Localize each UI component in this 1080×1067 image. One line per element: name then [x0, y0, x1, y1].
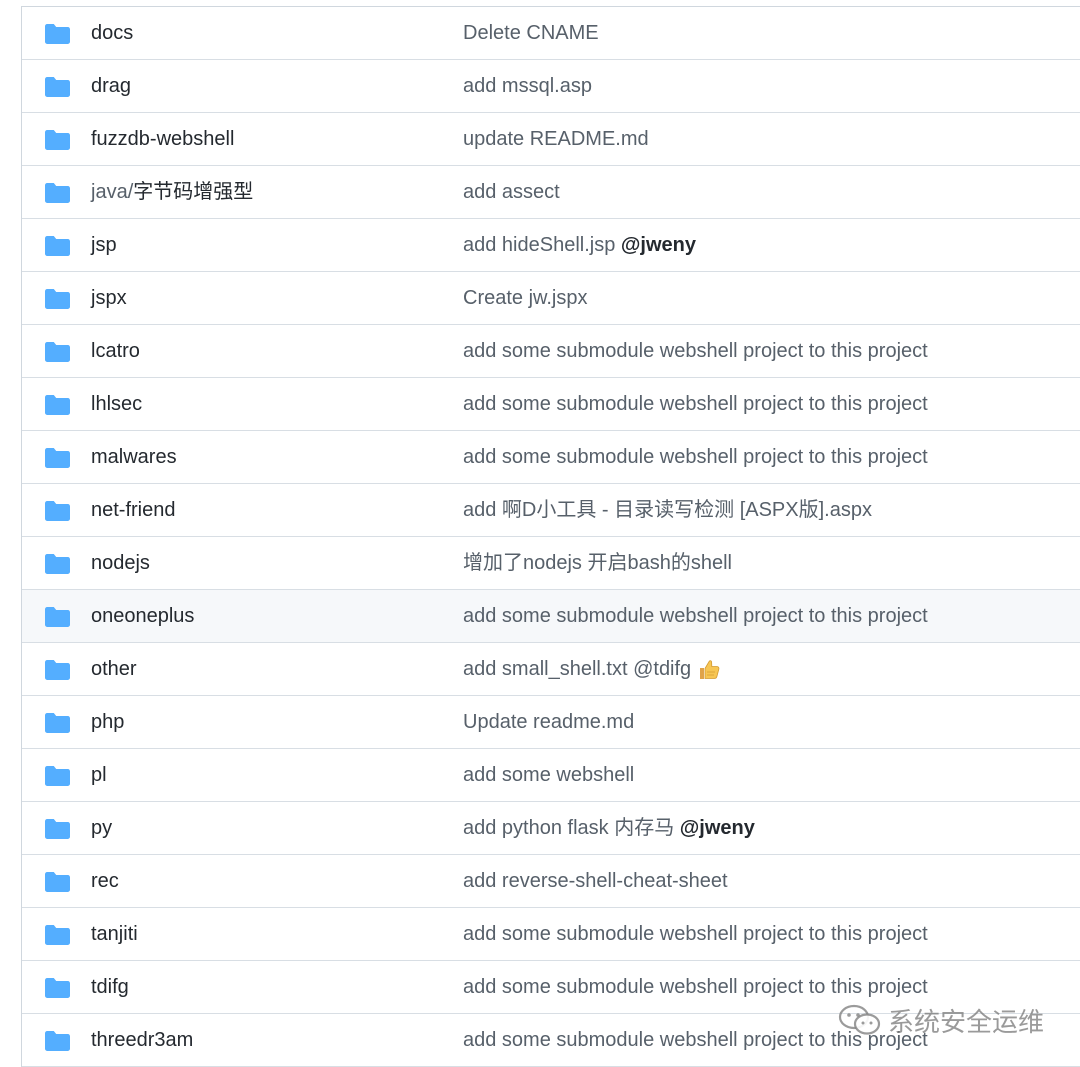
folder-icon [45, 130, 70, 150]
file-row-nodejs[interactable]: nodejs 增加了nodejs 开启bash的shell [22, 537, 1080, 590]
folder-icon [45, 24, 70, 44]
folder-name-link[interactable]: rec [91, 855, 119, 907]
file-row-net-friend[interactable]: net-friend add 啊D小工具 - 目录读写检测 [ASPX版].as… [22, 484, 1080, 537]
folder-path-prefix: java/ [91, 181, 134, 203]
folder-name-link[interactable]: docs [91, 7, 133, 59]
folder-name-text: 字节码增强型 [133, 181, 254, 203]
file-row-php[interactable]: php Update readme.md [22, 696, 1080, 749]
user-mention-link[interactable]: @jweny [680, 817, 755, 839]
commit-message-link[interactable]: add small_shell.txt @tdifg [463, 643, 721, 695]
file-list: docs Delete CNAME drag add mssql.asp fuz… [21, 6, 1080, 1067]
file-row-threedr3am[interactable]: threedr3am add some submodule webshell p… [22, 1014, 1080, 1067]
folder-icon [45, 448, 70, 468]
commit-message-text: add python flask 内存马 [463, 817, 680, 839]
folder-name-link[interactable]: java/字节码增强型 [91, 166, 253, 218]
folder-name-link[interactable]: tanjiti [91, 908, 138, 960]
folder-icon [45, 713, 70, 733]
file-row-oneoneplus[interactable]: oneoneplus add some submodule webshell p… [22, 590, 1080, 643]
folder-icon [45, 236, 70, 256]
folder-name-link[interactable]: jsp [91, 219, 117, 271]
folder-name-link[interactable]: lhlsec [91, 378, 142, 430]
folder-icon [45, 395, 70, 415]
folder-name-link[interactable]: py [91, 802, 112, 854]
file-row-jspx[interactable]: jspx Create jw.jspx [22, 272, 1080, 325]
folder-name-link[interactable]: other [91, 643, 137, 695]
commit-message-link[interactable]: add some submodule webshell project to t… [463, 431, 928, 483]
commit-message-link[interactable]: add some webshell [463, 749, 634, 801]
folder-name-link[interactable]: fuzzdb-webshell [91, 113, 234, 165]
folder-name-link[interactable]: pl [91, 749, 107, 801]
folder-icon [45, 660, 70, 680]
commit-message-link[interactable]: add hideShell.jsp @jweny [463, 219, 696, 271]
folder-name-link[interactable]: php [91, 696, 124, 748]
folder-icon [45, 978, 70, 998]
folder-icon [45, 77, 70, 97]
folder-icon [45, 819, 70, 839]
file-row-malwares[interactable]: malwares add some submodule webshell pro… [22, 431, 1080, 484]
commit-message-link[interactable]: Update readme.md [463, 696, 634, 748]
commit-message-link[interactable]: add reverse-shell-cheat-sheet [463, 855, 728, 907]
file-row-tanjiti[interactable]: tanjiti add some submodule webshell proj… [22, 908, 1080, 961]
commit-message-link[interactable]: add some submodule webshell project to t… [463, 378, 928, 430]
commit-message-link[interactable]: Delete CNAME [463, 7, 599, 59]
folder-icon [45, 342, 70, 362]
folder-icon [45, 872, 70, 892]
folder-icon [45, 183, 70, 203]
folder-icon [45, 607, 70, 627]
folder-name-link[interactable]: threedr3am [91, 1014, 193, 1066]
file-row-jsp[interactable]: jsp add hideShell.jsp @jweny [22, 219, 1080, 272]
commit-message-link[interactable]: 增加了nodejs 开启bash的shell [463, 537, 732, 589]
file-row-docs[interactable]: docs Delete CNAME [22, 7, 1080, 60]
folder-name-link[interactable]: nodejs [91, 537, 150, 589]
file-row-lhlsec[interactable]: lhlsec add some submodule webshell proje… [22, 378, 1080, 431]
commit-message-link[interactable]: add python flask 内存马 @jweny [463, 802, 755, 854]
commit-message-link[interactable]: add some submodule webshell project to t… [463, 325, 928, 377]
commit-message-link[interactable]: update README.md [463, 113, 649, 165]
commit-message-text: add small_shell.txt @tdifg [463, 658, 692, 680]
folder-icon [45, 289, 70, 309]
folder-name-link[interactable]: tdifg [91, 961, 129, 1013]
folder-name-link[interactable]: drag [91, 60, 131, 112]
user-mention-link[interactable]: @jweny [621, 234, 696, 256]
folder-name-link[interactable]: jspx [91, 272, 127, 324]
commit-message-link[interactable]: add 啊D小工具 - 目录读写检测 [ASPX版].aspx [463, 484, 872, 536]
commit-message-link[interactable]: add assect [463, 166, 560, 218]
folder-name-link[interactable]: oneoneplus [91, 590, 194, 642]
file-row-pl[interactable]: pl add some webshell [22, 749, 1080, 802]
commit-message-text: add hideShell.jsp [463, 234, 621, 256]
commit-message-link[interactable]: Create jw.jspx [463, 272, 588, 324]
file-row-java[interactable]: java/字节码增强型 add assect [22, 166, 1080, 219]
file-row-drag[interactable]: drag add mssql.asp [22, 60, 1080, 113]
commit-message-link[interactable]: add some submodule webshell project to t… [463, 1014, 928, 1066]
folder-name-link[interactable]: malwares [91, 431, 177, 483]
commit-message-link[interactable]: add some submodule webshell project to t… [463, 908, 928, 960]
folder-name-link[interactable]: net-friend [91, 484, 176, 536]
folder-icon [45, 501, 70, 521]
folder-icon [45, 554, 70, 574]
commit-message-link[interactable]: add some submodule webshell project to t… [463, 590, 928, 642]
file-row-tdifg[interactable]: tdifg add some submodule webshell projec… [22, 961, 1080, 1014]
folder-icon [45, 1031, 70, 1051]
commit-message-link[interactable]: add some submodule webshell project to t… [463, 961, 928, 1013]
file-row-fuzzdb-webshell[interactable]: fuzzdb-webshell update README.md [22, 113, 1080, 166]
file-row-lcatro[interactable]: lcatro add some submodule webshell proje… [22, 325, 1080, 378]
folder-icon [45, 766, 70, 786]
commit-message-link[interactable]: add mssql.asp [463, 60, 592, 112]
folder-icon [45, 925, 70, 945]
file-row-rec[interactable]: rec add reverse-shell-cheat-sheet [22, 855, 1080, 908]
file-row-py[interactable]: py add python flask 内存马 @jweny [22, 802, 1080, 855]
thumbs-up-icon [700, 660, 720, 679]
file-row-other[interactable]: other add small_shell.txt @tdifg [22, 643, 1080, 696]
folder-name-link[interactable]: lcatro [91, 325, 140, 377]
